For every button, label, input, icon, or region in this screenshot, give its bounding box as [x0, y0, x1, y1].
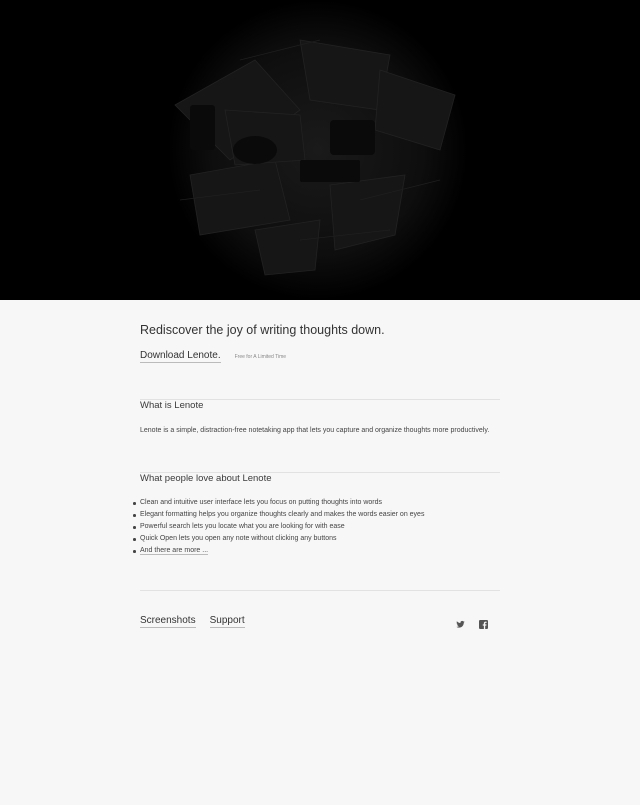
facebook-icon[interactable] [479, 616, 488, 629]
features-list: Clean and intuitive user interface lets … [133, 497, 500, 557]
hero-banner [0, 0, 640, 300]
download-note: Free for A Limited Time [234, 354, 287, 360]
tagline: Rediscover the joy of writing thoughts d… [140, 323, 385, 337]
more-features-link[interactable]: And there are more ... [140, 547, 209, 555]
twitter-icon[interactable] [456, 616, 465, 628]
divider [140, 590, 500, 591]
list-item: Powerful search lets you locate what you… [133, 521, 500, 533]
support-link[interactable]: Support [209, 615, 245, 628]
list-item: Elegant formatting helps you organize th… [133, 509, 500, 521]
about-body: Lenote is a simple, distraction-free not… [140, 427, 490, 434]
download-link[interactable]: Download Lenote. [140, 350, 221, 363]
social-links [456, 616, 488, 629]
main-content: Rediscover the joy of writing thoughts d… [133, 322, 500, 629]
footer: Screenshots Support [140, 614, 500, 629]
download-row: Download Lenote. Free for A Limited Time [140, 350, 500, 366]
features-title: What people love about Lenote [140, 473, 272, 484]
hero-image [168, 0, 468, 300]
screenshots-link[interactable]: Screenshots [140, 615, 196, 628]
list-item-more: And there are more ... [133, 545, 500, 557]
about-title: What is Lenote [140, 400, 204, 411]
list-item: Quick Open lets you open any note withou… [133, 533, 500, 545]
list-item: Clean and intuitive user interface lets … [133, 497, 500, 509]
